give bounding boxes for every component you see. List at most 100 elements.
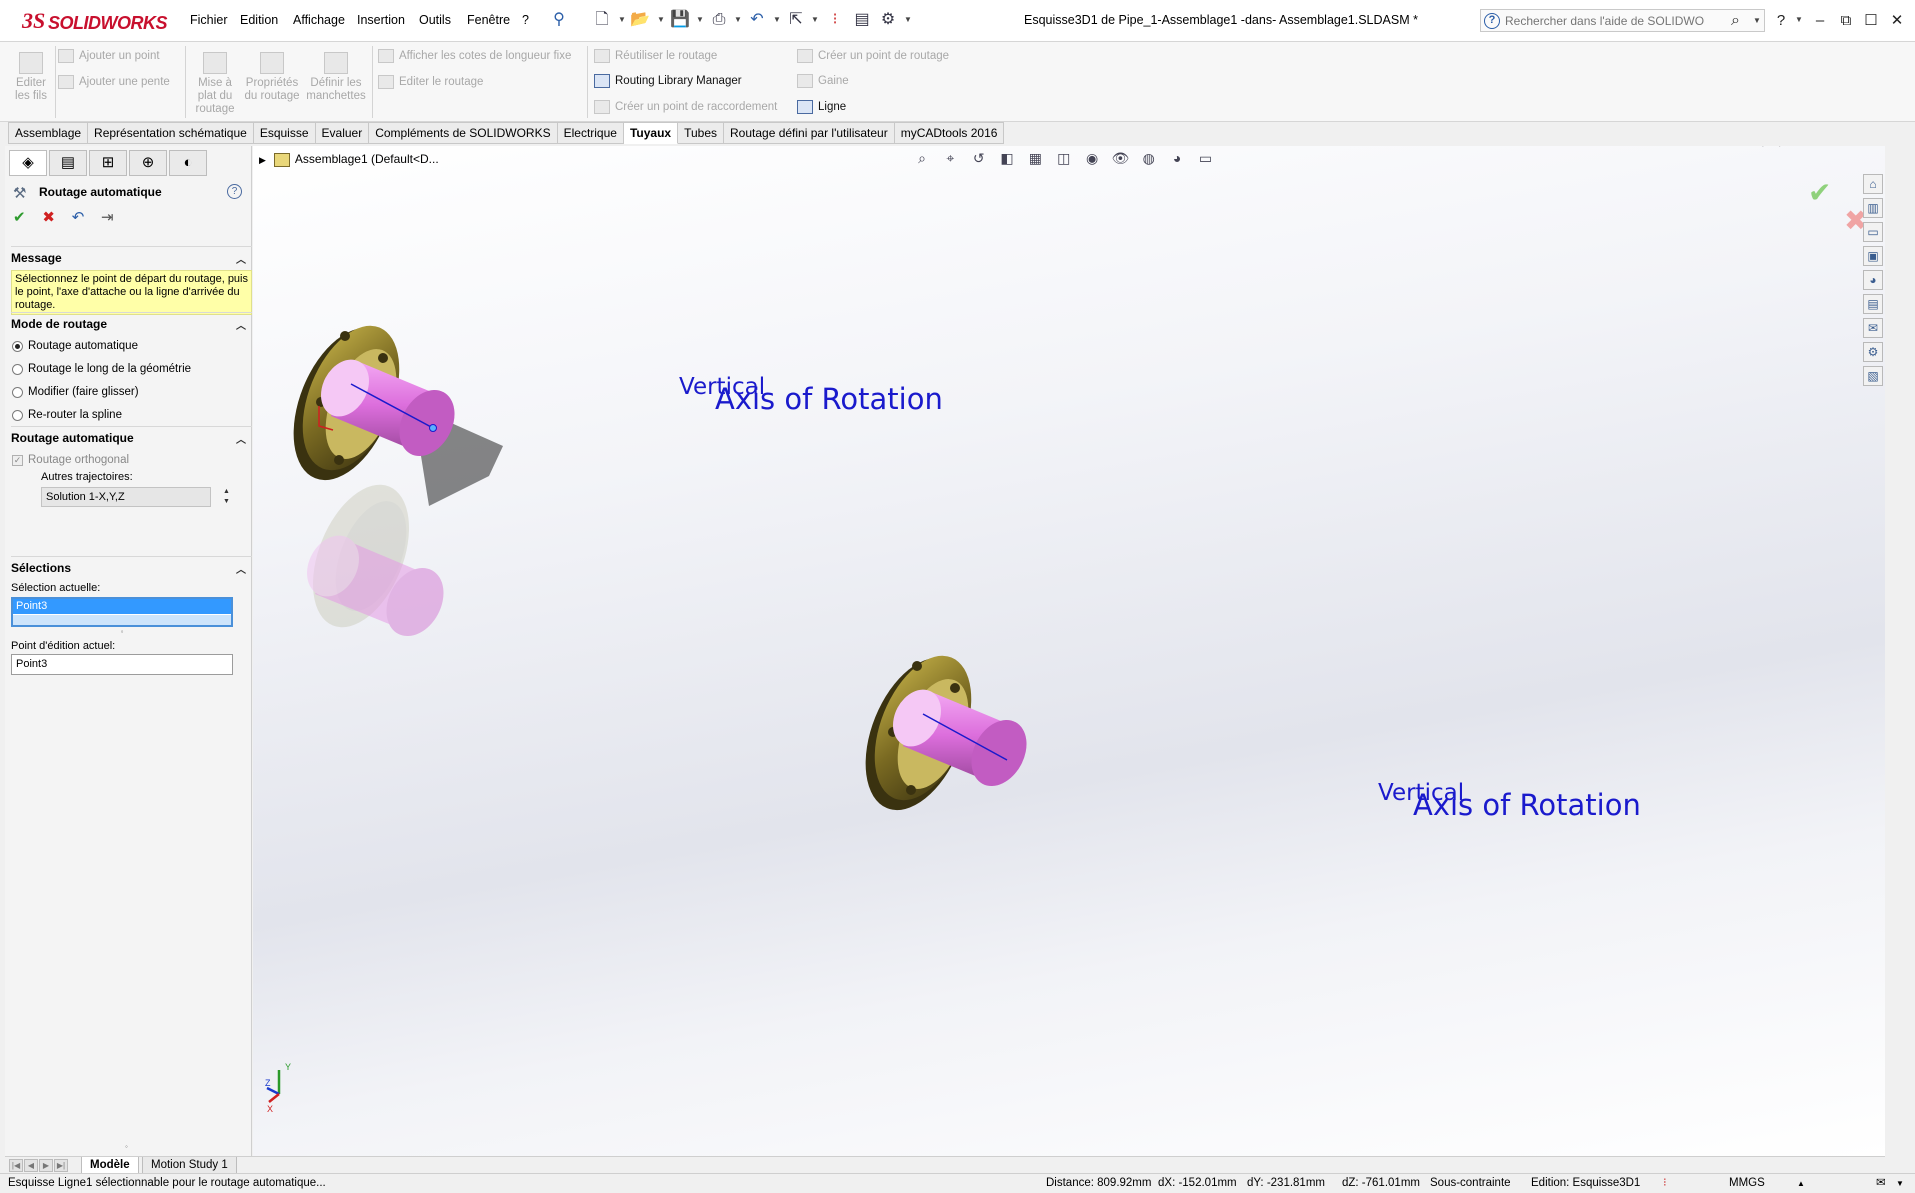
save-icon[interactable]: 💾 [670, 10, 690, 30]
add-slope-button[interactable]: Ajouter une pente [58, 75, 170, 89]
collapse-chevron-icon[interactable]: ︿ [236, 431, 246, 446]
menu-fenetre[interactable]: Fenêtre [467, 13, 510, 27]
spin-up-icon[interactable]: ▲ [223, 488, 230, 495]
menu-outils[interactable]: Outils [419, 13, 451, 27]
help-circle-icon[interactable]: ? [227, 184, 242, 199]
selections-header[interactable]: Sélections ︿ [11, 556, 252, 578]
edit-wires-button[interactable]: Editer les fils [10, 52, 52, 103]
new-document-icon[interactable]: 🗋 [592, 10, 612, 30]
routing-library-manager-button[interactable]: Routing Library Manager [594, 74, 742, 88]
tab-routage-defini[interactable]: Routage défini par l'utilisateur [724, 122, 895, 144]
line-button[interactable]: Ligne [797, 100, 846, 114]
pin-icon[interactable]: ⚲ [549, 10, 569, 30]
first-tab-icon[interactable]: |◀ [9, 1159, 23, 1172]
collapse-chevron-icon[interactable]: ︿ [236, 561, 246, 576]
cancel-x-icon[interactable]: ✖ [42, 208, 64, 226]
graphics-area[interactable]: ▶ Assemblage1 (Default<D... ⌕ ⌖ ↺ ◧ ▦ ◫ ◉… [253, 146, 1885, 1156]
display-manager-tab-icon[interactable]: ◐ [169, 150, 207, 176]
undo-icon[interactable]: ↶ [72, 208, 94, 226]
radio-unselected[interactable] [12, 364, 23, 375]
checkbox-checked-disabled[interactable]: ✓ [12, 455, 23, 466]
edit-point-field[interactable]: Point3 [11, 654, 233, 675]
help-search-box[interactable]: ? ⌕ ▼ [1480, 9, 1765, 32]
status-units[interactable]: MMGS [1729, 1174, 1765, 1193]
route-properties-button[interactable]: Propriétés du routage [244, 52, 300, 103]
pipe-component-2[interactable] [845, 642, 1037, 825]
mode-geometry-radio[interactable]: Routage le long de la géométrie [11, 363, 252, 376]
reuse-route-button[interactable]: Réutiliser le routage [594, 49, 717, 63]
file-properties-icon[interactable]: ▤ [852, 10, 872, 30]
help-dropdown-icon[interactable]: ▼ [1795, 15, 1803, 24]
next-tab-icon[interactable]: ▶ [39, 1159, 53, 1172]
new-dropdown-icon[interactable]: ▼ [618, 15, 626, 24]
design-library-icon[interactable]: ▣ [1863, 246, 1883, 266]
menu-fichier[interactable]: Fichier [190, 13, 228, 27]
menu-insertion[interactable]: Insertion [357, 13, 405, 27]
minimize-icon[interactable]: – [1809, 10, 1831, 32]
tooltip-toggle-icon[interactable]: ✉ [1876, 1174, 1886, 1193]
open-folder-icon[interactable]: 📂 [630, 10, 650, 30]
routing-library-icon[interactable]: ⚙ [1863, 342, 1883, 362]
search-icon[interactable]: ⌕ [1731, 12, 1740, 30]
resize-handle-icon[interactable]: ◦ [11, 627, 233, 636]
search-dropdown-icon[interactable]: ▼ [1753, 16, 1761, 25]
current-selection-list[interactable]: Point3 [11, 597, 233, 627]
appearances-icon[interactable]: ◕ [1863, 270, 1883, 290]
define-sleeves-button[interactable]: Définir les manchettes [304, 52, 368, 103]
alt-paths-spinner[interactable]: Solution 1-X,Y,Z ▲ ▼ [41, 487, 230, 507]
tab-modele[interactable]: Modèle [81, 1157, 139, 1174]
menu-edition[interactable]: Edition [240, 13, 278, 27]
tab-motion-study[interactable]: Motion Study 1 [142, 1157, 237, 1174]
home-icon[interactable]: ⌂ [1863, 174, 1883, 194]
tab-mycadtools[interactable]: myCADtools 2016 [894, 122, 1005, 144]
tab-assemblage[interactable]: Assemblage [8, 122, 89, 144]
configuration-manager-tab-icon[interactable]: ⊞ [89, 150, 127, 176]
help-icon[interactable]: ? [1770, 10, 1792, 32]
alt-paths-value[interactable]: Solution 1-X,Y,Z [41, 487, 211, 507]
tab-electrique[interactable]: Electrique [557, 122, 624, 144]
flatten-route-button[interactable]: Mise à plat du routage [190, 52, 240, 116]
solidworks-logo[interactable]: 3S SOLIDWORKS [22, 6, 168, 36]
resources-icon[interactable]: ▥ [1863, 198, 1883, 218]
options-gear-icon[interactable]: ⚙ [878, 10, 898, 30]
units-dropdown-icon[interactable]: ▲ [1797, 1174, 1805, 1193]
file-explorer-icon[interactable]: ▭ [1863, 222, 1883, 242]
custom-properties-icon[interactable]: ▤ [1863, 294, 1883, 314]
prev-tab-icon[interactable]: ◀ [24, 1159, 38, 1172]
menu-affichage[interactable]: Affichage [293, 13, 345, 27]
options-dropdown-icon[interactable]: ▼ [904, 15, 912, 24]
add-point-button[interactable]: Ajouter un point [58, 49, 160, 63]
tab-tubes[interactable]: Tubes [678, 122, 724, 144]
edit-route-button[interactable]: Editer le routage [378, 75, 483, 89]
create-route-point-button[interactable]: Créer un point de routage [797, 49, 949, 63]
model-scene[interactable] [253, 146, 1833, 1146]
help-search-input[interactable] [1505, 12, 1705, 30]
message-header[interactable]: Message ︿ [11, 246, 252, 268]
undo-dropdown-icon[interactable]: ▼ [773, 15, 781, 24]
tab-tuyaux[interactable]: Tuyaux [623, 122, 679, 144]
ok-check-icon[interactable]: ✔ [13, 208, 35, 226]
collapse-chevron-icon[interactable]: ︿ [236, 251, 246, 266]
auto-routing-header[interactable]: Routage automatique ︿ [11, 426, 252, 448]
menu-help[interactable]: ? [522, 13, 529, 27]
tab-complements[interactable]: Compléments de SOLIDWORKS [369, 122, 558, 144]
tab-evaluer[interactable]: Evaluer [315, 122, 370, 144]
radio-selected[interactable] [12, 341, 23, 352]
spin-down-icon[interactable]: ▼ [223, 498, 230, 505]
open-dropdown-icon[interactable]: ▼ [657, 15, 665, 24]
rebuild-traffic-light-icon[interactable]: ⁝ [825, 10, 845, 30]
undo-icon[interactable]: ↶ [747, 10, 767, 30]
collapse-chevron-icon[interactable]: ︿ [236, 317, 246, 332]
select-dropdown-icon[interactable]: ▼ [811, 15, 819, 24]
print-dropdown-icon[interactable]: ▼ [734, 15, 742, 24]
viewport-close-icon[interactable]: ✕ [1849, 146, 1871, 148]
axis-of-rotation-annotation-2[interactable]: Axis of Rotation [1413, 788, 1641, 822]
tab-representation-schematique[interactable]: Représentation schématique [88, 122, 254, 144]
select-arrow-icon[interactable]: ⇱ [786, 10, 806, 30]
print-icon[interactable]: ⎙ [709, 10, 729, 30]
rebuild-indicator-icon[interactable]: ⁝ [1663, 1174, 1667, 1193]
maximize-icon[interactable]: ☐ [1860, 10, 1882, 32]
mode-auto-radio[interactable]: Routage automatique [11, 340, 252, 353]
feature-manager-tab-icon[interactable]: ◈ [9, 150, 47, 176]
last-tab-icon[interactable]: ▶| [54, 1159, 68, 1172]
